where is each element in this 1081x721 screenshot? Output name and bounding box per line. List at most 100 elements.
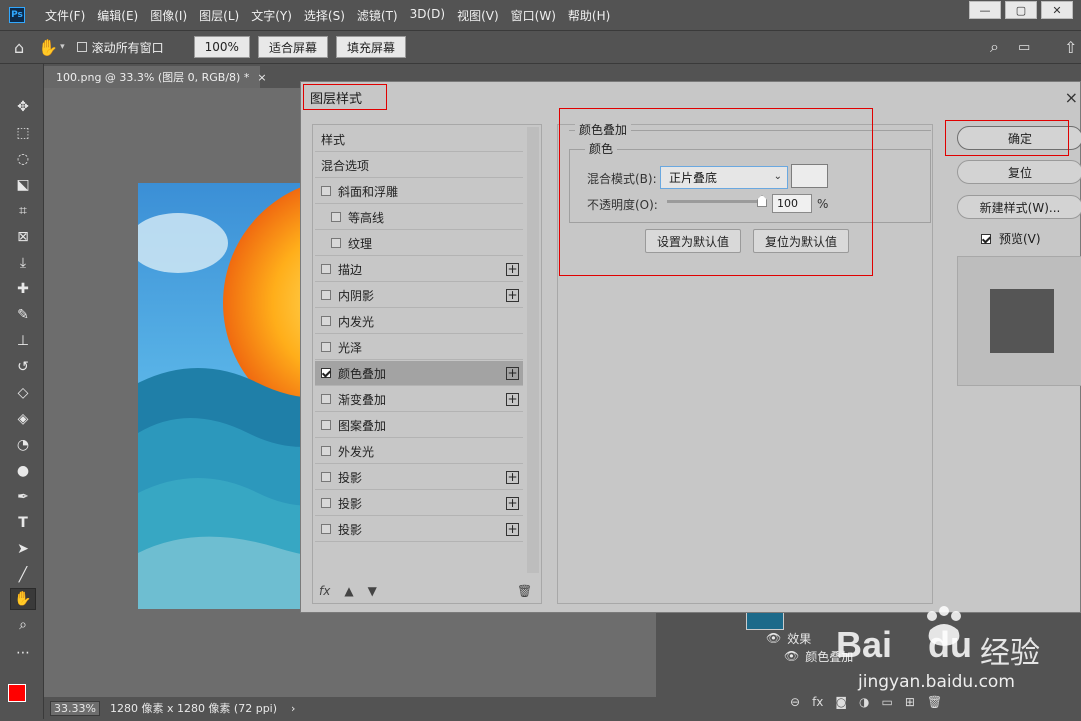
minimize-button[interactable]: — [969, 1, 1001, 19]
menu-item[interactable]: 选择(S) [298, 7, 351, 24]
eye-icon[interactable]: 👁 [784, 649, 799, 663]
style-checkbox[interactable] [321, 420, 331, 430]
style-item[interactable]: 渐变叠加 + [315, 387, 523, 412]
menu-item[interactable]: 文字(Y) [245, 7, 298, 24]
eyedropper-icon[interactable]: ⤓ [10, 252, 36, 274]
healing-brush-icon[interactable]: ✚ [10, 278, 36, 300]
style-checkbox[interactable] [321, 446, 331, 456]
frame-tool-icon[interactable]: ⊠ [10, 226, 36, 248]
menu-item[interactable]: 图像(I) [144, 7, 193, 24]
style-checkbox[interactable] [321, 472, 331, 482]
status-menu-arrow[interactable]: › [291, 702, 295, 715]
trash-icon[interactable]: 🗑 [517, 584, 532, 598]
add-effect-icon[interactable]: + [506, 288, 519, 302]
more-tools-icon[interactable]: ⋯ [10, 642, 36, 664]
marquee-tool-icon[interactable]: ⬚ [10, 122, 36, 144]
hand-tool-icon[interactable]: ✋ [38, 38, 58, 57]
line-tool-icon[interactable]: ╱ [10, 564, 36, 586]
style-item[interactable]: 投影 + [315, 491, 523, 516]
type-tool-icon[interactable]: T [10, 512, 36, 534]
close-window-button[interactable]: ✕ [1041, 1, 1073, 19]
style-item[interactable]: 投影 + [315, 465, 523, 490]
search-icon[interactable]: ⌕ [990, 37, 999, 57]
add-effect-icon[interactable]: + [506, 522, 519, 536]
stamp-tool-icon[interactable]: ⊥ [10, 330, 36, 352]
eye-icon[interactable]: 👁 [766, 631, 781, 645]
style-checkbox[interactable] [321, 290, 331, 300]
path-select-icon[interactable]: ➤ [10, 538, 36, 560]
add-effect-icon[interactable]: + [506, 366, 519, 380]
fx-icon[interactable]: fx [319, 584, 330, 598]
style-checkbox[interactable] [321, 368, 331, 378]
add-effect-icon[interactable]: + [506, 496, 519, 510]
add-effect-icon[interactable]: + [506, 470, 519, 484]
scroll-all-windows-checkbox[interactable]: 滚动所有窗口 [76, 39, 164, 56]
pen-tool-icon[interactable]: ✒ [10, 486, 36, 508]
add-effect-icon[interactable]: + [506, 392, 519, 406]
add-effect-icon[interactable]: + [506, 262, 519, 276]
dodge-tool-icon[interactable]: ● [10, 460, 36, 482]
home-icon[interactable]: ⌂ [14, 38, 24, 57]
object-select-icon[interactable]: ⬕ [10, 174, 36, 196]
foreground-color-swatch[interactable] [8, 684, 26, 702]
reset-button[interactable]: 复位 [957, 160, 1081, 184]
menu-item[interactable]: 编辑(E) [91, 7, 144, 24]
document-tab[interactable]: 100.png @ 33.3% (图层 0, RGB/8) * × [44, 66, 267, 88]
style-item[interactable]: 斜面和浮雕 [315, 179, 523, 204]
zoom-tool-icon[interactable]: ⌕ [10, 614, 36, 636]
style-item[interactable]: 投影 + [315, 517, 523, 542]
style-item[interactable]: 等高线 [315, 205, 523, 230]
menu-item[interactable]: 视图(V) [451, 7, 505, 24]
fit-screen-button[interactable]: 适合屏幕 [257, 36, 328, 58]
move-tool-icon[interactable]: ✥ [10, 96, 36, 118]
move-up-icon[interactable]: ▲ [344, 584, 353, 598]
menu-item[interactable]: 帮助(H) [562, 7, 616, 24]
list-scrollbar[interactable] [527, 127, 539, 573]
lasso-tool-icon[interactable]: ◌ [10, 148, 36, 170]
zoom-100-button[interactable]: 100% [193, 36, 250, 58]
layer-tool-icon[interactable]: ⊖ [790, 695, 800, 713]
paint-bucket-icon[interactable]: ◈ [10, 408, 36, 430]
style-item[interactable]: 图案叠加 [315, 413, 523, 438]
style-checkbox[interactable] [321, 186, 331, 196]
preview-checkbox[interactable]: 预览(V) [981, 230, 1041, 247]
blur-tool-icon[interactable]: ◔ [10, 434, 36, 456]
menu-item[interactable]: 3D(D) [404, 7, 451, 24]
move-down-icon[interactable]: ▼ [368, 584, 377, 598]
style-checkbox[interactable] [321, 342, 331, 352]
style-checkbox[interactable] [321, 524, 331, 534]
style-item[interactable]: 样式 [315, 127, 523, 152]
style-checkbox[interactable] [321, 264, 331, 274]
eraser-tool-icon[interactable]: ◇ [10, 382, 36, 404]
style-item[interactable]: 描边 + [315, 257, 523, 282]
history-brush-icon[interactable]: ↺ [10, 356, 36, 378]
close-icon[interactable]: × [1065, 88, 1078, 107]
style-item[interactable]: 光泽 [315, 335, 523, 360]
style-checkbox[interactable] [321, 498, 331, 508]
fill-screen-button[interactable]: 填充屏幕 [335, 36, 406, 58]
crop-tool-icon[interactable]: ⌗ [10, 200, 36, 222]
layer-tool-icon[interactable]: fx [812, 695, 823, 713]
maximize-button[interactable]: ▢ [1005, 1, 1037, 19]
style-item[interactable]: 颜色叠加 + [315, 361, 523, 386]
style-checkbox[interactable] [331, 238, 341, 248]
menu-item[interactable]: 滤镜(T) [351, 7, 404, 24]
zoom-level[interactable]: 33.33% [50, 700, 100, 716]
preview-check[interactable] [981, 233, 991, 244]
chevron-down-icon[interactable]: ▾ [60, 42, 65, 52]
style-item[interactable]: 纹理 [315, 231, 523, 256]
style-item[interactable]: 内阴影 + [315, 283, 523, 308]
style-checkbox[interactable] [321, 394, 331, 404]
close-tab-icon[interactable]: × [257, 71, 266, 84]
menu-item[interactable]: 文件(F) [39, 7, 91, 24]
style-item[interactable]: 混合选项 [315, 153, 523, 178]
hand-tool-icon[interactable]: ✋ [10, 588, 36, 610]
style-checkbox[interactable] [321, 316, 331, 326]
workspace-icon[interactable]: ▭ [1018, 40, 1030, 55]
style-item[interactable]: 外发光 [315, 439, 523, 464]
share-icon[interactable]: ⇧ [1064, 38, 1077, 57]
menu-item[interactable]: 图层(L) [193, 7, 245, 24]
menu-item[interactable]: 窗口(W) [505, 7, 562, 24]
style-item[interactable]: 内发光 [315, 309, 523, 334]
style-checkbox[interactable] [331, 212, 341, 222]
